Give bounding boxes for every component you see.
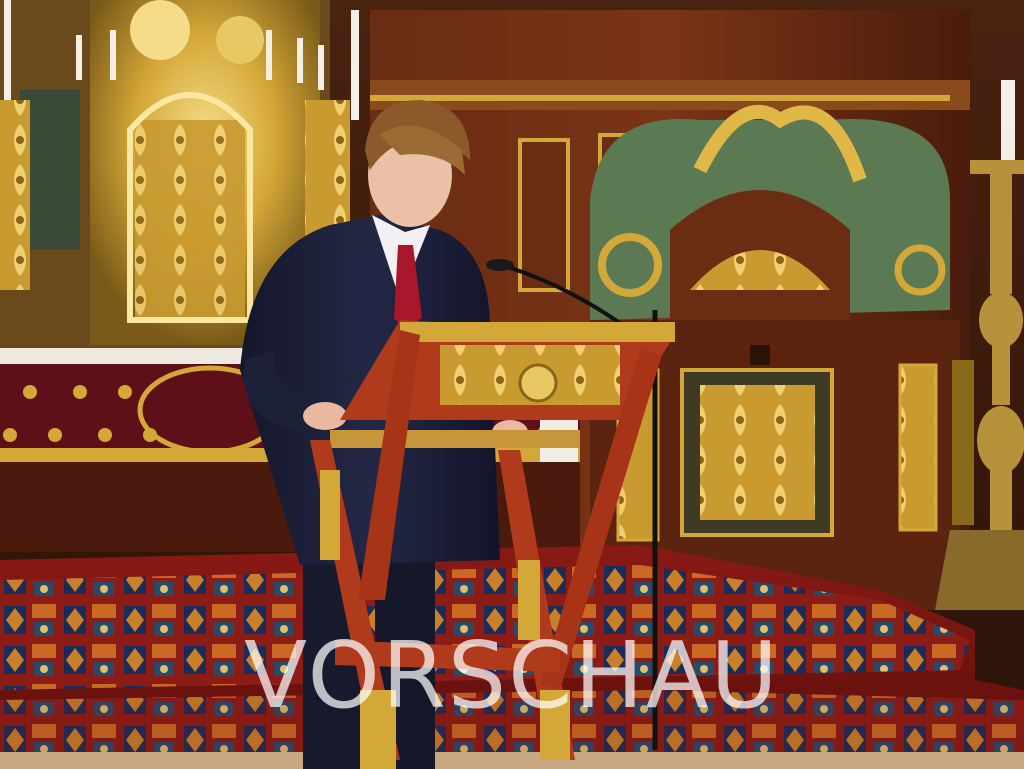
photo: VORSCHAU bbox=[0, 0, 1024, 769]
watermark-text: VORSCHAU bbox=[244, 622, 780, 729]
